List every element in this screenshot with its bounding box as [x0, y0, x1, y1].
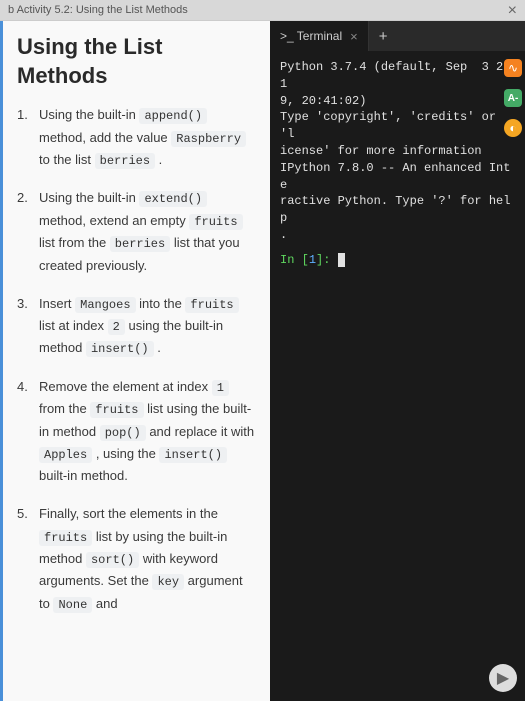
code-inline: Apples: [39, 447, 92, 463]
steps-list: 1.Using the built-in append() method, ad…: [17, 104, 256, 615]
code-inline: insert(): [86, 341, 154, 357]
code-inline: fruits: [39, 530, 92, 546]
step-body: Insert Mangoes into the fruits list at i…: [39, 293, 256, 360]
breadcrumb: b Activity 5.2: Using the List Methods: [0, 0, 525, 21]
code-inline: Mangoes: [75, 297, 135, 313]
step-body: Using the built-in append() method, add …: [39, 104, 256, 171]
step-number: 2.: [17, 187, 35, 276]
tab-label: >_ Terminal: [280, 29, 342, 43]
code-inline: extend(): [139, 191, 207, 207]
code-inline: pop(): [100, 425, 146, 441]
step-body: Finally, sort the elements in the fruits…: [39, 503, 256, 615]
accessibility-icon[interactable]: A-: [504, 89, 522, 107]
tab-close-icon[interactable]: ×: [350, 29, 358, 44]
step-item: 4.Remove the element at index 1 from the…: [17, 376, 256, 488]
step-number: 1.: [17, 104, 35, 171]
code-inline: None: [53, 597, 92, 613]
code-inline: berries: [95, 153, 155, 169]
code-inline: fruits: [90, 402, 143, 418]
step-item: 2.Using the built-in extend() method, ex…: [17, 187, 256, 276]
instructions-panel: Using the List Methods 1.Using the built…: [0, 21, 270, 701]
step-item: 5.Finally, sort the elements in the frui…: [17, 503, 256, 615]
rss-icon[interactable]: ∿: [504, 59, 522, 77]
code-inline: sort(): [86, 552, 139, 568]
code-inline: fruits: [185, 297, 238, 313]
tab-bar: >_ Terminal × +: [270, 21, 525, 51]
terminal-line: .: [280, 227, 515, 244]
close-icon[interactable]: ×: [508, 2, 517, 20]
terminal-line: ractive Python. Type '?' for help: [280, 193, 515, 227]
play-button[interactable]: ▶: [489, 664, 517, 692]
code-inline: Raspberry: [171, 131, 246, 147]
terminal-line: Type 'copyright', 'credits' or 'l: [280, 109, 515, 143]
tab-terminal[interactable]: >_ Terminal ×: [270, 21, 369, 51]
code-inline: berries: [110, 236, 170, 252]
terminal-panel: >_ Terminal × + Python 3.7.4 (default, S…: [270, 21, 525, 701]
terminal-line: Python 3.7.4 (default, Sep 3 201: [280, 59, 515, 93]
code-inline: 2: [108, 319, 125, 335]
cursor: [338, 253, 345, 267]
code-inline: insert(): [159, 447, 227, 463]
code-inline: key: [152, 574, 184, 590]
step-number: 5.: [17, 503, 35, 615]
step-item: 1.Using the built-in append() method, ad…: [17, 104, 256, 171]
code-inline: append(): [139, 108, 207, 124]
step-body: Remove the element at index 1 from the f…: [39, 376, 256, 488]
step-number: 4.: [17, 376, 35, 488]
terminal-line: IPython 7.8.0 -- An enhanced Inte: [280, 160, 515, 194]
step-body: Using the built-in extend() method, exte…: [39, 187, 256, 276]
terminal-prompt[interactable]: In [1]:: [280, 252, 515, 269]
step-number: 3.: [17, 293, 35, 360]
code-inline: 1: [212, 380, 229, 396]
terminal-line: icense' for more information: [280, 143, 515, 160]
terminal-line: 9, 20:41:02): [280, 93, 515, 110]
step-item: 3.Insert Mangoes into the fruits list at…: [17, 293, 256, 360]
terminal-output[interactable]: Python 3.7.4 (default, Sep 3 2019, 20:41…: [270, 51, 525, 701]
chrome-icon[interactable]: ◐: [504, 119, 522, 137]
tab-add-button[interactable]: +: [369, 21, 398, 51]
page-title: Using the List Methods: [17, 33, 256, 90]
code-inline: fruits: [189, 214, 242, 230]
